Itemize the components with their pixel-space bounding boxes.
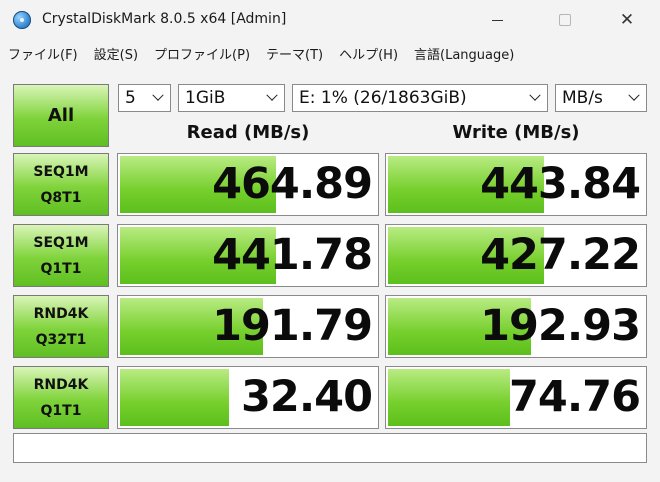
menu-help[interactable]: ヘルプ(H)	[331, 44, 406, 68]
test-label-line2: Q8T1	[40, 189, 82, 206]
minimize-button[interactable]	[474, 0, 520, 40]
menu-settings[interactable]: 設定(S)	[86, 44, 146, 68]
write-result-cell: 427.22	[385, 224, 647, 287]
chevron-down-icon	[628, 92, 640, 104]
chevron-down-icon	[266, 92, 278, 104]
test-label-line1: RND4K	[33, 376, 89, 393]
write-result-bar	[388, 369, 511, 426]
maximize-icon	[559, 14, 571, 26]
test-count-select[interactable]: 5	[118, 84, 171, 112]
read-result-cell: 191.79	[117, 295, 379, 358]
test-label-line2: Q32T1	[35, 331, 87, 348]
write-result-cell: 192.93	[385, 295, 647, 358]
maximize-button[interactable]	[542, 0, 588, 40]
menu-bar: ファイル(F) 設定(S) プロファイル(P) テーマ(T) ヘルプ(H) 言語…	[0, 43, 660, 69]
read-result-value: 32.40	[240, 372, 373, 422]
unit-value: MB/s	[562, 88, 603, 108]
test-label-line1: SEQ1M	[33, 163, 89, 180]
title-bar: CrystalDiskMark 8.0.5 x64 [Admin] ✕	[0, 0, 660, 40]
write-header: Write (MB/s)	[452, 122, 580, 143]
test-label-line2: Q1T1	[40, 402, 82, 419]
test-button-seq1m-q8t1[interactable]: SEQ1M Q8T1	[13, 153, 109, 216]
write-result-cell: 443.84	[385, 153, 647, 216]
status-comment-bar[interactable]	[13, 433, 647, 463]
main-panel: All 5 1GiB E: 1% (26/1863GiB) MB/s Read …	[0, 76, 660, 482]
chevron-down-icon	[152, 92, 164, 104]
test-label-line2: Q1T1	[40, 260, 82, 277]
test-button-seq1m-q1t1[interactable]: SEQ1M Q1T1	[13, 224, 109, 287]
read-header: Read (MB/s)	[186, 122, 310, 143]
read-result-bar	[120, 369, 230, 426]
window-title: CrystalDiskMark 8.0.5 x64 [Admin]	[42, 11, 287, 27]
write-result-cell: 74.76	[385, 366, 647, 429]
read-result-value: 191.79	[212, 301, 373, 351]
test-size-select[interactable]: 1GiB	[178, 84, 285, 112]
write-result-value: 443.84	[480, 159, 641, 209]
read-result-cell: 464.89	[117, 153, 379, 216]
chevron-down-icon	[529, 92, 541, 104]
close-icon: ✕	[619, 10, 635, 30]
minimize-icon	[491, 19, 503, 21]
test-label-line1: RND4K	[33, 305, 89, 322]
write-result-value: 74.76	[508, 372, 641, 422]
menu-language[interactable]: 言語(Language)	[406, 44, 522, 68]
write-result-value: 192.93	[480, 301, 641, 351]
read-result-value: 464.89	[212, 159, 373, 209]
drive-value: E: 1% (26/1863GiB)	[299, 88, 467, 108]
app-disk-icon	[13, 11, 31, 29]
close-button[interactable]: ✕	[604, 0, 650, 40]
menu-file[interactable]: ファイル(F)	[0, 44, 86, 68]
menu-theme[interactable]: テーマ(T)	[258, 44, 331, 68]
write-result-value: 427.22	[480, 230, 641, 280]
test-button-rnd4k-q1t1[interactable]: RND4K Q1T1	[13, 366, 109, 429]
test-size-value: 1GiB	[185, 88, 226, 108]
read-result-cell: 441.78	[117, 224, 379, 287]
read-result-cell: 32.40	[117, 366, 379, 429]
menu-profile[interactable]: プロファイル(P)	[146, 44, 258, 68]
read-result-value: 441.78	[212, 230, 373, 280]
test-button-rnd4k-q32t1[interactable]: RND4K Q32T1	[13, 295, 109, 358]
test-count-value: 5	[125, 88, 136, 108]
test-label-line1: SEQ1M	[33, 234, 89, 251]
unit-select[interactable]: MB/s	[555, 84, 647, 112]
drive-select[interactable]: E: 1% (26/1863GiB)	[292, 84, 548, 112]
run-all-button[interactable]: All	[13, 84, 109, 147]
